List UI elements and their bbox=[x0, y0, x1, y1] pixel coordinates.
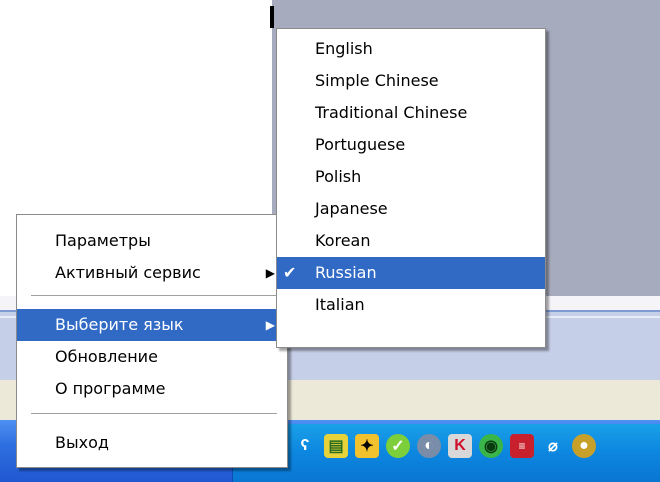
menu-separator bbox=[31, 413, 277, 415]
menu-item-label: Выход bbox=[55, 433, 109, 452]
language-item-japanese[interactable]: Japanese bbox=[277, 193, 545, 225]
submenu-arrow-icon: ▶ bbox=[265, 266, 275, 280]
language-item-italian[interactable]: Italian bbox=[277, 289, 545, 321]
mouse-icon[interactable]: ⌀ bbox=[541, 434, 565, 458]
language-item-label: Korean bbox=[315, 231, 371, 250]
menu-separator bbox=[31, 295, 277, 297]
bat-icon[interactable]: ✦ bbox=[355, 434, 379, 458]
eye-icon[interactable]: ◉ bbox=[479, 434, 503, 458]
kaspersky-icon[interactable]: K bbox=[448, 434, 472, 458]
flag-icon[interactable]: ≡ bbox=[510, 434, 534, 458]
language-item-label: Simple Chinese bbox=[315, 71, 439, 90]
menu-item-label: Обновление bbox=[55, 347, 158, 366]
language-item-english[interactable]: English bbox=[277, 33, 545, 65]
language-item-label: Russian bbox=[315, 263, 377, 282]
language-item-polish[interactable]: Polish bbox=[277, 161, 545, 193]
language-item-russian[interactable]: ✔ Russian bbox=[277, 257, 545, 289]
menu-item-select-language[interactable]: Выберите язык ▶ bbox=[17, 309, 287, 341]
language-item-label: Traditional Chinese bbox=[315, 103, 468, 122]
translator-icon[interactable]: ʕ bbox=[293, 434, 317, 458]
language-item-label: Japanese bbox=[315, 199, 388, 218]
menu-item-exit[interactable]: Выход bbox=[17, 427, 287, 459]
menu-item-label: Параметры bbox=[55, 231, 151, 250]
menu-item-settings[interactable]: Параметры bbox=[17, 225, 287, 257]
language-submenu: English Simple Chinese Traditional Chine… bbox=[276, 28, 546, 348]
printer-icon[interactable]: ▤ bbox=[324, 434, 348, 458]
language-item-korean[interactable]: Korean bbox=[277, 225, 545, 257]
menu-item-active-service[interactable]: Активный сервис ▶ bbox=[17, 257, 287, 289]
menu-item-label: Выберите язык bbox=[55, 315, 184, 334]
text-cursor bbox=[270, 6, 274, 28]
language-item-traditional-chinese[interactable]: Traditional Chinese bbox=[277, 97, 545, 129]
shield-check-icon[interactable]: ✓ bbox=[386, 434, 410, 458]
tray-context-menu: Параметры Активный сервис ▶ Выберите язы… bbox=[16, 214, 288, 468]
language-item-label: Italian bbox=[315, 295, 365, 314]
language-item-simple-chinese[interactable]: Simple Chinese bbox=[277, 65, 545, 97]
language-item-label: Portuguese bbox=[315, 135, 406, 154]
language-item-label: Polish bbox=[315, 167, 362, 186]
language-item-portuguese[interactable]: Portuguese bbox=[277, 129, 545, 161]
speaker-icon[interactable]: ◐ bbox=[417, 434, 441, 458]
menu-item-label: О программе bbox=[55, 379, 166, 398]
checkmark-icon: ✔ bbox=[283, 263, 297, 282]
tray-icons: ▮ ʕ ▤ ✦ ✓ ◐ K ◉ ≡ ⌀ ● bbox=[262, 434, 596, 458]
app-icon[interactable]: ● bbox=[572, 434, 596, 458]
menu-item-about[interactable]: О программе bbox=[17, 373, 287, 405]
menu-item-update[interactable]: Обновление bbox=[17, 341, 287, 373]
language-item-label: English bbox=[315, 39, 373, 58]
menu-item-label: Активный сервис bbox=[55, 263, 201, 282]
submenu-arrow-icon: ▶ bbox=[265, 318, 275, 332]
